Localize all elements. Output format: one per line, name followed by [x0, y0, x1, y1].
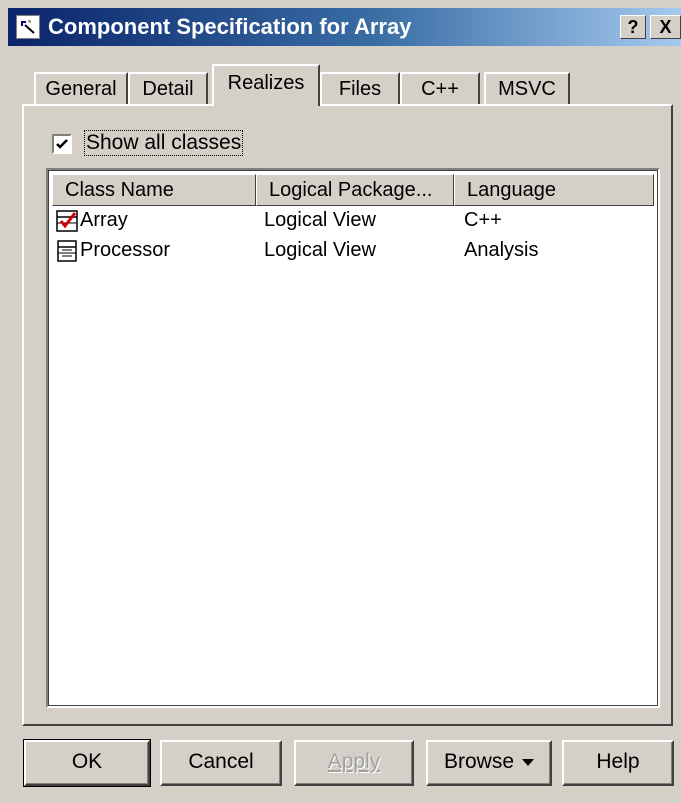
language-cell: C++	[464, 209, 502, 231]
checkmark-icon	[56, 139, 68, 149]
help-title-button[interactable]: ?	[620, 15, 646, 39]
package-cell: Logical View	[264, 209, 376, 231]
ok-button-label: OK	[71, 750, 103, 773]
dropdown-arrow-icon	[522, 758, 535, 766]
tab-realizes[interactable]: Realizes	[212, 64, 320, 106]
tab-cpp[interactable]: C++	[400, 72, 480, 104]
tab-files[interactable]: Files	[320, 72, 400, 104]
class-name-cell: Processor	[80, 239, 171, 261]
close-button[interactable]: X	[650, 15, 681, 39]
cancel-button-label: Cancel	[188, 750, 254, 773]
help-button[interactable]: Help	[562, 740, 674, 786]
show-all-classes-label[interactable]: Show all classes	[84, 130, 244, 156]
tab-msvc[interactable]: MSVC	[484, 72, 570, 104]
show-all-classes-checkbox[interactable]	[52, 134, 72, 154]
app-icon	[16, 15, 40, 39]
help-button-label: Help	[596, 750, 640, 773]
tab-detail[interactable]: Detail	[128, 72, 208, 104]
column-header-class-name[interactable]: Class Name	[52, 174, 256, 206]
cancel-button[interactable]: Cancel	[160, 740, 282, 786]
column-header-language[interactable]: Language	[454, 174, 654, 206]
title-bar[interactable]: Component Specification for Array ? X	[8, 8, 681, 46]
class-checked-icon	[56, 210, 78, 232]
realizes-list-view[interactable]: Class Name Logical Package... Language A…	[46, 168, 660, 708]
table-row[interactable]: Array Logical View C++	[52, 206, 652, 236]
browse-button[interactable]: Browse	[426, 740, 552, 786]
dialog-window: Component Specification for Array ? X Ge…	[0, 0, 681, 803]
table-row[interactable]: Processor Logical View Analysis	[52, 236, 652, 266]
window-title: Component Specification for Array	[48, 14, 412, 39]
language-cell: Analysis	[464, 239, 539, 261]
class-name-cell: Array	[80, 209, 128, 231]
apply-button[interactable]: Apply	[294, 740, 414, 786]
tab-general[interactable]: General	[34, 72, 128, 104]
class-icon	[56, 240, 78, 262]
column-header-logical-package[interactable]: Logical Package...	[256, 174, 454, 206]
apply-button-label: Apply	[327, 750, 381, 773]
package-cell: Logical View	[264, 239, 376, 261]
browse-button-label: Browse	[443, 750, 515, 773]
ok-button[interactable]: OK	[23, 739, 151, 787]
